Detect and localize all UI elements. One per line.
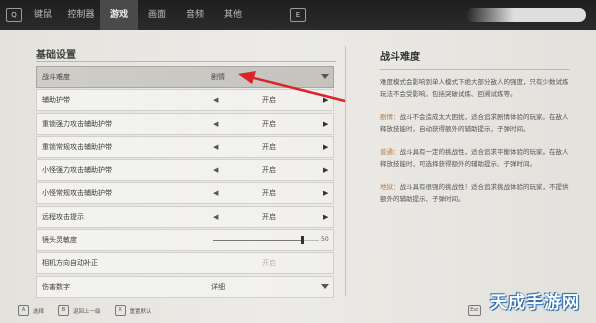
slider-value: 50 [321, 236, 329, 244]
setting-label: 战斗难度 [42, 73, 70, 81]
top-nav-bar: Q 键鼠 控制器 游戏 画面 音频 其他 E [0, 0, 596, 30]
arrow-right-icon[interactable]: ▶ [323, 137, 328, 157]
setting-value: 开启 [262, 212, 276, 221]
story-keyword: 剧情： [380, 113, 400, 121]
brand-logo-area [466, 8, 586, 22]
description-title: 战斗难度 [380, 52, 420, 63]
story-text: 战斗不会造成太大困扰，适合追求剧情体验的玩家。在敌人释放技能时，自动获得额外的辅… [380, 113, 569, 133]
settings-list: 战斗难度 剧情 辅助护带 ◀ 开启 ▶ 重锁强力攻击辅助护带 ◀ 开启 ▶ 重锁… [36, 66, 334, 299]
esc-key-hint[interactable]: Esc [468, 305, 481, 316]
tab-game[interactable]: 游戏 [100, 0, 138, 30]
tab-audio[interactable]: 音频 [176, 0, 214, 30]
setting-value: 开启 [262, 259, 276, 268]
tab-keyboard-mouse[interactable]: 键鼠 [24, 0, 62, 30]
setting-row-damage-numbers[interactable]: 伤害数字 详细 [36, 275, 334, 298]
key-icon: X [114, 305, 126, 316]
arrow-left-icon[interactable]: ◀ [213, 183, 218, 203]
hint-reset[interactable]: X 重置默认 [114, 305, 152, 316]
setting-value: 开启 [262, 119, 276, 128]
slider-thumb[interactable] [301, 236, 304, 245]
description-panel: 战斗难度 难度模式会影响到单人模式下绝大部分敌人的强度，只有少数试炼玩法不会受影… [380, 48, 570, 217]
hint-select[interactable]: A 选择 [18, 305, 44, 316]
tab-other[interactable]: 其他 [214, 0, 252, 30]
description-hard: 地狱：战斗具有很强的挑战性！适合追求挑战体验的玩家，不提供额外的辅助提示、子弹时… [380, 182, 570, 205]
setting-value: 详细 [211, 282, 225, 291]
setting-label: 重锁强力攻击辅助护带 [42, 119, 112, 128]
setting-label: 镜头灵敏度 [42, 236, 77, 245]
site-watermark: 天成手游网 [490, 293, 580, 313]
hint-label: 选择 [33, 308, 45, 315]
key-icon: B [58, 305, 70, 316]
arrow-right-icon[interactable]: ▶ [323, 90, 328, 110]
arrow-left-icon[interactable]: ◀ [213, 90, 218, 110]
section-title: 基础设置 [36, 50, 76, 61]
settings-tabs: 键鼠 控制器 游戏 画面 音频 其他 [24, 0, 252, 30]
hint-back[interactable]: B 返回上一级 [58, 305, 101, 316]
setting-row-mob-normal[interactable]: 小怪常规攻击辅助护带 ◀ 开启 ▶ [36, 182, 334, 205]
setting-label: 小怪强力攻击辅助护带 [42, 166, 112, 175]
hint-label: 返回上一级 [73, 308, 101, 315]
hint-label: 重置默认 [129, 308, 152, 315]
setting-label: 小怪常规攻击辅助护带 [42, 189, 112, 198]
arrow-left-icon[interactable]: ◀ [213, 160, 218, 180]
setting-row-mob-heavy[interactable]: 小怪强力攻击辅助护带 ◀ 开启 ▶ [36, 159, 334, 182]
arrow-right-icon[interactable]: ▶ [323, 207, 328, 227]
setting-row-camera-autocorrect[interactable]: 相机方向自动补正 开启 [36, 252, 334, 275]
arrow-right-icon[interactable]: ▶ [323, 160, 328, 180]
slider-track[interactable] [213, 240, 303, 242]
prev-tab-key-hint[interactable]: Q [6, 8, 22, 22]
arrow-left-icon[interactable]: ◀ [213, 114, 218, 134]
next-tab-key-hint[interactable]: E [290, 8, 306, 22]
key-icon: A [18, 305, 29, 316]
description-story: 剧情：战斗不会造成太大困扰，适合追求剧情体验的玩家。在敌人释放技能时，自动获得额… [380, 112, 570, 135]
description-normal: 普通：战斗具有一定的挑战性，适合追求平衡体验的玩家。在敌人释放技能时，可选择获得… [380, 147, 570, 170]
setting-value: 开启 [262, 189, 276, 198]
setting-label: 相机方向自动补正 [42, 259, 98, 268]
setting-row-assist[interactable]: 辅助护带 ◀ 开启 ▶ [36, 89, 334, 112]
button-hints: A 选择 B 返回上一级 X 重置默认 [18, 305, 166, 316]
description-divider [380, 69, 570, 70]
setting-row-boss-heavy[interactable]: 重锁强力攻击辅助护带 ◀ 开启 ▶ [36, 112, 334, 135]
tab-controller[interactable]: 控制器 [62, 0, 100, 30]
description-intro: 难度模式会影响到单人模式下绝大部分敌人的强度，只有少数试炼玩法不会受影响，包括突… [380, 78, 569, 98]
setting-label: 辅助护带 [42, 96, 70, 105]
normal-keyword: 普通： [380, 148, 400, 156]
setting-row-boss-normal[interactable]: 重锁常规攻击辅助护带 ◀ 开启 ▶ [36, 135, 334, 158]
dropdown-arrow-icon[interactable] [321, 283, 329, 289]
arrow-right-icon[interactable]: ▶ [323, 114, 328, 134]
arrow-right-icon[interactable]: ▶ [323, 183, 328, 203]
hard-text: 战斗具有很强的挑战性！适合追求挑战体验的玩家，不提供额外的辅助提示、子弹时间。 [380, 183, 569, 203]
slider-track-remaining[interactable] [303, 240, 319, 242]
setting-row-ranged-hint[interactable]: 远程攻击提示 ◀ 开启 ▶ [36, 205, 334, 228]
arrow-left-icon[interactable]: ◀ [213, 137, 218, 157]
setting-label: 远程攻击提示 [42, 212, 84, 221]
arrow-left-icon[interactable]: ◀ [213, 207, 218, 227]
normal-text: 战斗具有一定的挑战性，适合追求平衡体验的玩家。在敌人释放技能时，可选择获得额外的… [380, 148, 569, 168]
tab-display[interactable]: 画面 [138, 0, 176, 30]
setting-value: 开启 [262, 142, 276, 151]
panel-divider [345, 46, 346, 296]
section-divider [36, 61, 336, 62]
setting-value: 剧情 [211, 73, 225, 81]
setting-row-camera-sensitivity[interactable]: 镜头灵敏度 50 [36, 229, 334, 252]
setting-row-difficulty[interactable]: 战斗难度 剧情 [36, 66, 334, 88]
setting-value: 开启 [262, 96, 276, 105]
setting-label: 伤害数字 [42, 282, 70, 291]
setting-value: 开启 [262, 166, 276, 175]
setting-label: 重锁常规攻击辅助护带 [42, 142, 112, 151]
hard-keyword: 地狱： [380, 183, 400, 191]
dropdown-arrow-icon[interactable] [321, 74, 329, 79]
